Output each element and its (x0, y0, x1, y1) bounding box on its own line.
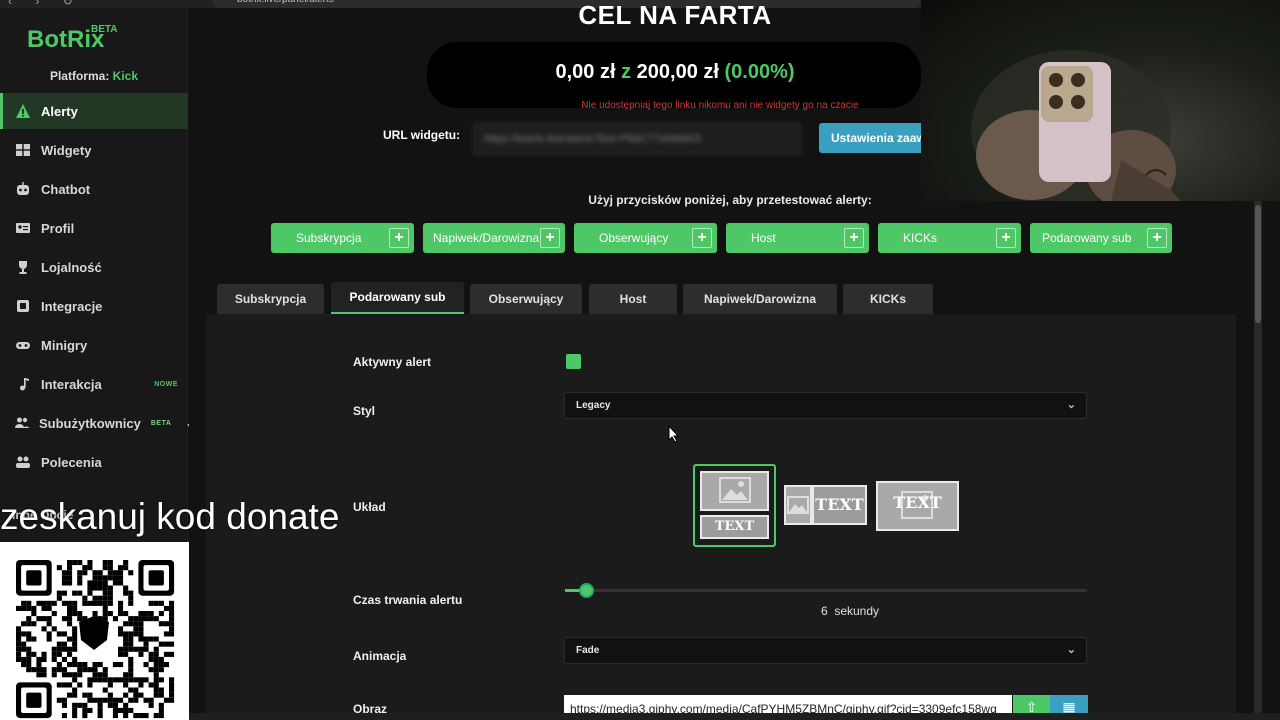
sidebar-item-label: Polecenia (41, 454, 102, 470)
test-alert-button-obserwuj-cy[interactable]: Obserwujący + (574, 223, 717, 253)
bottom-edge (189, 713, 1280, 720)
sidebar-item-label: Interakcja (41, 376, 102, 392)
layout-text-placeholder: TEXT (812, 485, 867, 525)
sidebar-item-label: Minigry (41, 337, 88, 353)
id-card-icon (14, 219, 32, 237)
duration-slider-handle[interactable] (578, 583, 594, 598)
sidebar-item-polecenia[interactable]: Polecenia (0, 444, 188, 480)
sidebar-badge: BETA (150, 419, 172, 427)
people-icon (14, 453, 32, 471)
grid-icon (14, 141, 32, 159)
sidebar-item-profil[interactable]: Profil (0, 210, 188, 246)
layout-label: Układ (353, 500, 386, 514)
duration-label: Czas trwania alertu (353, 593, 463, 607)
tab-podarowany-sub[interactable]: Podarowany sub (331, 282, 464, 314)
tab-obserwuj-cy[interactable]: Obserwujący (470, 284, 582, 314)
plus-icon: + (844, 228, 864, 248)
plus-icon: + (692, 228, 712, 248)
donate-qr-code (0, 542, 189, 720)
test-alert-button-label: Subskrypcja (296, 231, 362, 245)
warning-icon (14, 102, 32, 120)
sidebar-item-interakcja[interactable]: Interakcja NOWE (0, 366, 188, 402)
widget-url-label: URL widgetu: (383, 128, 461, 142)
sidebar-item-label: Integracje (41, 298, 103, 314)
sidebar-item-minigry[interactable]: Minigry (0, 327, 188, 363)
animation-label: Animacja (353, 649, 407, 663)
sidebar-item-label: Chatbot (41, 181, 91, 197)
sidebar-item-widgety[interactable]: Widgety (0, 132, 188, 168)
style-label: Styl (353, 404, 376, 418)
gamepad-icon (14, 336, 32, 354)
test-alert-button-kicks[interactable]: KICKs + (878, 223, 1021, 253)
users-icon (14, 414, 30, 432)
sidebar-item-chatbot[interactable]: Chatbot (0, 171, 188, 207)
plus-icon: + (540, 228, 560, 248)
active-alert-checkbox[interactable] (566, 354, 581, 369)
chevron-down-icon: ⌄ (1066, 399, 1076, 411)
logo-beta-badge: BETA (91, 24, 118, 35)
page-scrollbar[interactable] (1254, 200, 1262, 720)
duration-readout: 6 sekundy (820, 604, 880, 618)
platform-indicator: Platforma: Kick (49, 69, 139, 83)
robot-icon (14, 180, 32, 198)
layout-option-stacked[interactable]: TEXT (693, 464, 776, 547)
test-alert-button-napiwek-darowizna[interactable]: Napiwek/Darowizna + (423, 223, 565, 253)
sidebar-item-label: Lojalność (41, 259, 102, 275)
test-alert-button-label: Podarowany sub (1042, 231, 1132, 245)
sidebar-item-integracje[interactable]: Integracje (0, 288, 188, 324)
donation-goal-title: CEL NA FARTA (578, 0, 772, 30)
webcam-overlay (921, 0, 1280, 201)
layout-text-overlay: TEXT (893, 493, 942, 512)
sidebar-item-lojalno-[interactable]: Lojalność (0, 249, 188, 285)
test-alert-button-label: Napiwek/Darowizna (433, 231, 540, 245)
image-placeholder-icon (784, 485, 812, 525)
chevron-down-icon: ⌄ (1066, 644, 1076, 656)
sidebar-item-alerty[interactable]: Alerty (0, 93, 188, 129)
trophy-icon (14, 258, 32, 276)
image-placeholder-icon (700, 471, 769, 511)
tab-host[interactable]: Host (589, 284, 677, 314)
url-warning-text: Nie udostępniaj tego linku nikomu ani ni… (581, 100, 859, 111)
test-alert-button-subskrypcja[interactable]: Subskrypcja + (271, 223, 414, 253)
tab-subskrypcja[interactable]: Subskrypcja (217, 284, 324, 314)
logo[interactable]: BotRix BETA (27, 24, 117, 54)
plus-icon: + (996, 228, 1016, 248)
sidebar-item-label: Alerty (41, 103, 78, 119)
scrollbar-thumb[interactable] (1255, 205, 1261, 323)
test-alert-button-host[interactable]: Host + (726, 223, 869, 253)
mouse-cursor-icon (668, 425, 680, 443)
layout-text-placeholder: TEXT (700, 515, 769, 539)
sidebar-item-label: Widgety (41, 142, 92, 158)
sidebar-item-label: Subużytkownicy (39, 415, 141, 431)
test-alert-button-label: Obserwujący (599, 231, 669, 245)
donation-goal-amount: 0,00 zł z 200,00 zł (0.00%) (555, 61, 795, 83)
music-icon (14, 375, 32, 393)
test-alert-button-label: Host (751, 231, 776, 245)
plus-icon: + (389, 228, 409, 248)
sidebar-item-label: Profil (41, 220, 75, 236)
tab-napiwek-darowizna[interactable]: Napiwek/Darowizna (683, 284, 837, 314)
sidebar-badge: NOWE (154, 380, 178, 388)
tab-kicks[interactable]: KICKs (843, 284, 933, 314)
widget-url-field[interactable]: https://botrix.live/alerts?bid=PbbC77eMe… (473, 123, 801, 155)
sidebar-item-subu-ytkownicy[interactable]: SubużytkownicyBETA⌄ (0, 405, 195, 441)
test-alerts-hint: Użyj przycisków poniżej, aby przetestowa… (588, 193, 872, 207)
plus-icon: + (1147, 228, 1167, 248)
advanced-settings-button[interactable]: Ustawienia zaaw (819, 123, 929, 153)
active-alert-label: Aktywny alert (353, 355, 432, 369)
test-alert-button-label: KICKs (903, 231, 938, 245)
donate-overlay-text: zeskanuj kod donate (0, 496, 340, 537)
browser-nav-buttons[interactable]: ‹ › ↻ (8, 0, 83, 8)
test-alert-button-podarowany-sub[interactable]: Podarowany sub + (1030, 223, 1172, 253)
plug-icon (14, 297, 32, 315)
animation-select[interactable]: Fade ⌄ (564, 637, 1087, 664)
duration-slider-track[interactable] (565, 589, 1087, 592)
style-select[interactable]: Legacy ⌄ (564, 392, 1087, 419)
